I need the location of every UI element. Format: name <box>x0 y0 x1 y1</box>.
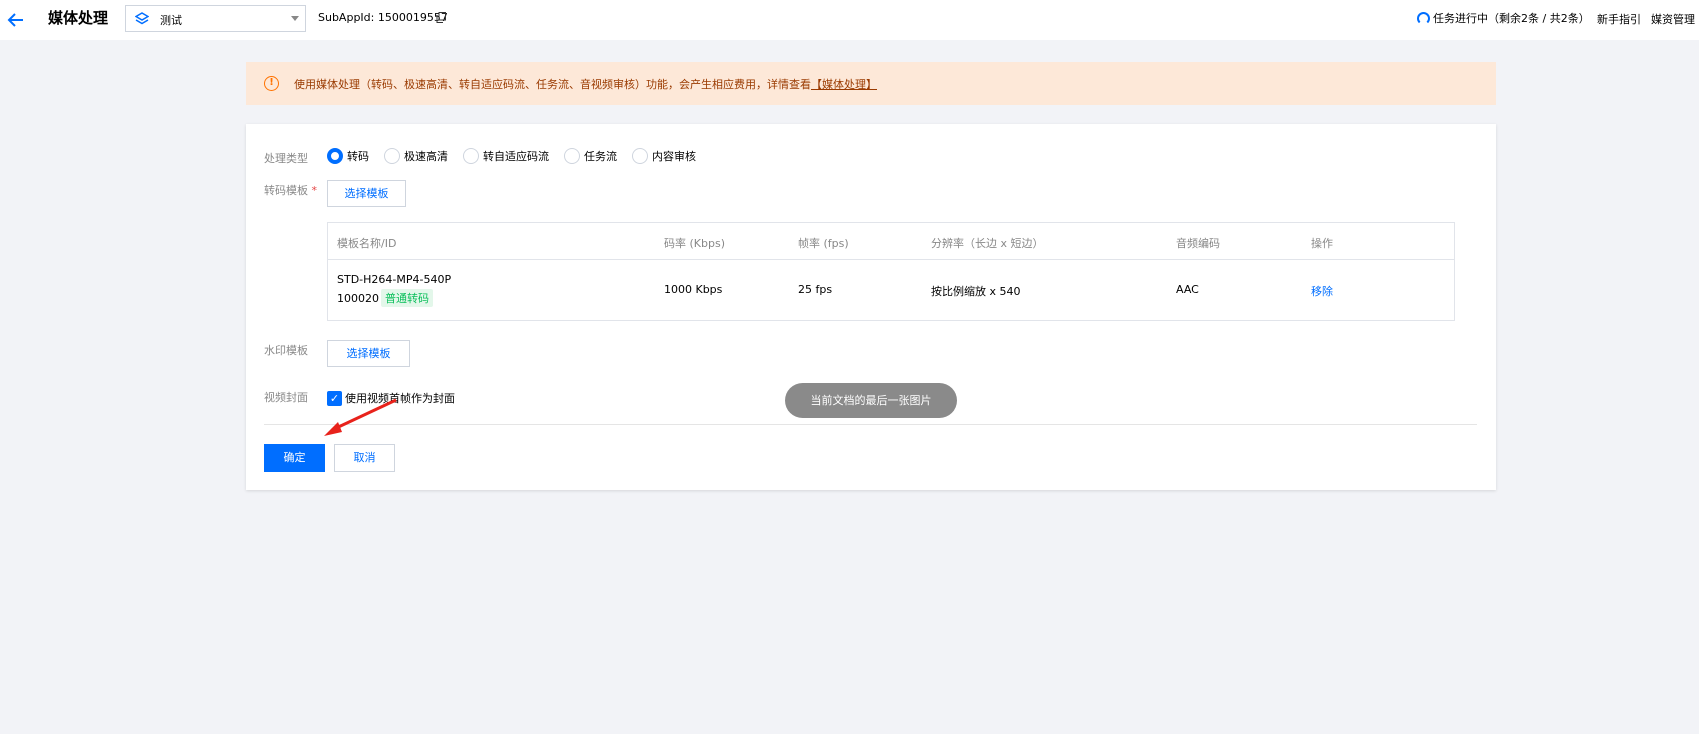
form-card: 处理类型 转码 极速高清 转自适应码流 任务流 内容审核 转码模板 * 选择模板… <box>246 124 1496 490</box>
alert-message: 使用媒体处理（转码、极速高清、转自适应码流、任务流、音视频审核）功能，会产生相应… <box>294 76 877 92</box>
process-type-radio-group: 转码 极速高清 转自适应码流 任务流 内容审核 <box>327 148 711 164</box>
radio-unchecked-icon <box>564 148 580 164</box>
radio-content-review[interactable]: 内容审核 <box>632 148 696 164</box>
col-header-bitrate: 码率 (Kbps) <box>664 237 725 250</box>
radio-checked-icon <box>327 148 343 164</box>
process-type-label: 处理类型 <box>264 152 308 165</box>
radio-unchecked-icon <box>463 148 479 164</box>
watermark-template-label: 水印模板 <box>264 344 308 357</box>
resolution-cell: 按比例缩放 x 540 <box>931 285 1021 298</box>
guide-link[interactable]: 新手指引 <box>1597 11 1641 27</box>
fps-cell: 25 fps <box>798 283 833 296</box>
annotation-arrow-icon <box>324 398 397 436</box>
chevron-down-icon <box>291 16 299 21</box>
template-type-tag: 普通转码 <box>381 289 433 307</box>
media-management-link[interactable]: 媒资管理 <box>1651 11 1695 27</box>
back-arrow-icon[interactable] <box>6 10 26 30</box>
alert-text: 使用媒体处理（转码、极速高清、转自适应码流、任务流、音视频审核）功能，会产生相应… <box>294 78 811 91</box>
col-header-name: 模板名称/ID <box>337 237 397 250</box>
remove-link[interactable]: 移除 <box>1311 283 1333 299</box>
radio-transcode[interactable]: 转码 <box>327 148 369 164</box>
transcode-template-label: 转码模板 * <box>264 184 317 197</box>
app-select[interactable]: 测试 <box>125 5 306 32</box>
table-header: 模板名称/ID 码率 (Kbps) 帧率 (fps) 分辨率（长边 x 短边） … <box>328 223 1454 260</box>
task-status-text: 任务进行中（剩余2条 / 共2条） <box>1433 12 1590 25</box>
layers-icon <box>135 12 149 25</box>
radio-fast-hd[interactable]: 极速高清 <box>384 148 448 164</box>
copy-icon[interactable] <box>436 12 446 23</box>
radio-adaptive-stream[interactable]: 转自适应码流 <box>463 148 549 164</box>
confirm-button[interactable]: 确定 <box>264 444 325 472</box>
template-id-cell: 100020 普通转码 <box>337 289 433 307</box>
top-bar: 媒体处理 测试 SubAppId: 1500019557 任务进行中（剩余2条 … <box>0 0 1699 40</box>
col-header-fps: 帧率 (fps) <box>798 237 849 250</box>
audio-cell: AAC <box>1176 283 1199 296</box>
select-template-button[interactable]: 选择模板 <box>327 180 406 207</box>
cancel-button[interactable]: 取消 <box>334 444 395 472</box>
template-name: STD-H264-MP4-540P <box>337 273 452 286</box>
bitrate-cell: 1000 Kbps <box>664 283 723 296</box>
select-watermark-button[interactable]: 选择模板 <box>327 340 410 367</box>
col-header-action: 操作 <box>1311 237 1333 250</box>
template-id: 100020 <box>337 292 379 305</box>
video-cover-label: 视频封面 <box>264 391 308 404</box>
col-header-audio: 音频编码 <box>1176 237 1220 250</box>
app-select-value: 测试 <box>160 14 182 27</box>
subappid-text: SubAppId: 1500019557 <box>318 11 448 24</box>
fee-alert: ! 使用媒体处理（转码、极速高清、转自适应码流、任务流、音视频审核）功能，会产生… <box>246 62 1496 105</box>
loading-spinner-icon <box>1417 11 1430 25</box>
toast-message: 当前文档的最后一张图片 <box>785 383 957 418</box>
col-header-resolution: 分辨率（长边 x 短边） <box>931 237 1044 250</box>
page-title: 媒体处理 <box>48 9 109 27</box>
radio-unchecked-icon <box>384 148 400 164</box>
warning-icon: ! <box>264 76 279 91</box>
template-table: 模板名称/ID 码率 (Kbps) 帧率 (fps) 分辨率（长边 x 短边） … <box>327 222 1455 321</box>
alert-link[interactable]: 【媒体处理】 <box>811 78 877 91</box>
radio-unchecked-icon <box>632 148 648 164</box>
task-status[interactable]: 任务进行中（剩余2条 / 共2条） <box>1417 10 1590 26</box>
divider <box>264 424 1477 425</box>
radio-task-flow[interactable]: 任务流 <box>564 148 617 164</box>
